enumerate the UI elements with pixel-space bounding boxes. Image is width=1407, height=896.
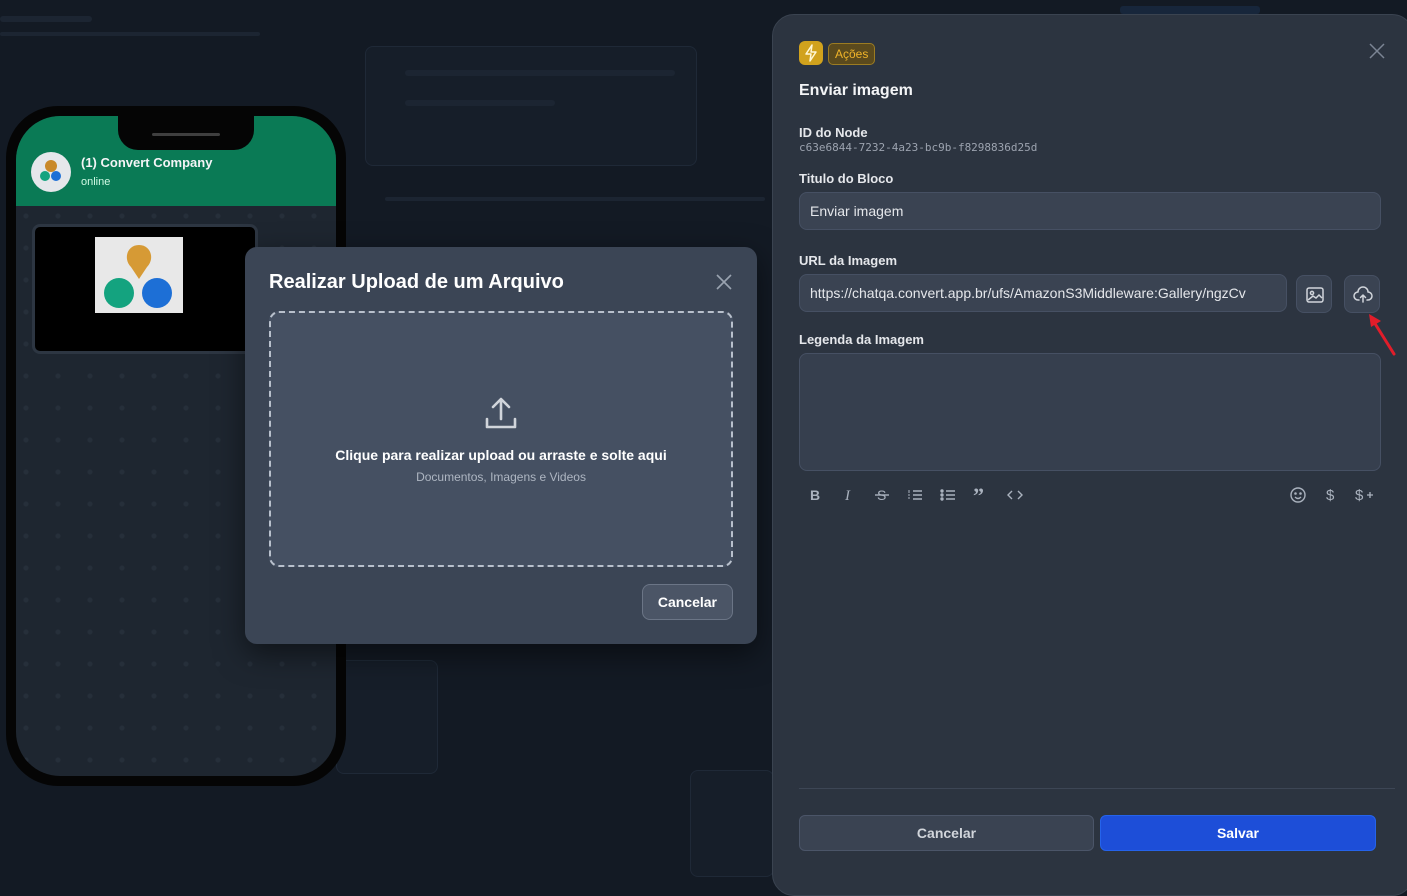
italic-icon[interactable]: I	[839, 485, 861, 505]
node-id-value: c63e6844-7232-4a23-bc9b-f8298836d25d	[799, 141, 1038, 154]
ordered-list-icon[interactable]	[905, 485, 927, 505]
bold-icon[interactable]: B	[806, 485, 828, 505]
bullet-list-icon[interactable]	[938, 485, 960, 505]
image-preview	[95, 237, 183, 313]
cancel-upload-button[interactable]: Cancelar	[641, 584, 733, 620]
avatar	[31, 152, 71, 192]
category-badge: Ações	[828, 43, 876, 65]
contact-name: (1) Convert Company	[81, 155, 213, 170]
svg-text:”: ”	[973, 485, 984, 505]
save-button[interactable]: Salvar	[1100, 815, 1376, 851]
bg-text	[0, 16, 92, 22]
image-message	[32, 224, 258, 354]
cancel-button[interactable]: Cancelar	[799, 815, 1094, 851]
emoji-icon[interactable]	[1287, 485, 1309, 505]
close-icon[interactable]	[1369, 43, 1385, 59]
dropzone-text: Clique para realizar upload ou arraste e…	[335, 447, 667, 463]
image-icon	[1306, 287, 1324, 303]
node-edit-panel: Ações Enviar imagem ID do Node c63e6844-…	[772, 14, 1407, 896]
upload-modal: Realizar Upload de um Arquivo Clique par…	[245, 247, 757, 644]
contact-status: online	[81, 176, 111, 188]
bg-text	[405, 100, 555, 106]
lightning-icon	[799, 41, 823, 65]
upload-button[interactable]	[1344, 275, 1380, 313]
add-variable-icon[interactable]: $	[1353, 485, 1375, 505]
panel-title: Enviar imagem	[799, 82, 913, 99]
svg-text:$: $	[1355, 487, 1364, 504]
strikethrough-icon[interactable]: S	[872, 485, 894, 505]
svg-text:$: $	[1326, 487, 1335, 504]
phone-notch	[118, 116, 254, 150]
node-id-label: ID do Node	[799, 125, 868, 140]
bg-button	[1120, 6, 1260, 14]
upload-icon	[482, 395, 520, 433]
bg-node-card	[365, 46, 697, 166]
file-dropzone[interactable]: Clique para realizar upload ou arraste e…	[269, 311, 733, 567]
block-title-input[interactable]: Enviar imagem	[799, 192, 1381, 230]
variable-icon[interactable]: $	[1320, 485, 1342, 505]
bg-text	[385, 197, 765, 201]
bg-text	[0, 32, 260, 36]
cloud-upload-icon	[1353, 286, 1373, 303]
svg-text:I: I	[844, 488, 851, 504]
divider	[799, 788, 1395, 789]
gallery-button[interactable]	[1296, 275, 1332, 313]
quote-icon[interactable]: ”	[971, 483, 993, 508]
image-url-label: URL da Imagem	[799, 253, 898, 268]
bg-node-card	[690, 770, 774, 877]
close-icon[interactable]	[715, 273, 733, 291]
code-icon[interactable]	[1004, 485, 1026, 505]
bg-node-card	[336, 660, 438, 774]
caption-label: Legenda da Imagem	[799, 332, 924, 347]
bg-text	[405, 70, 675, 76]
block-title-label: Titulo do Bloco	[799, 171, 894, 186]
caption-textarea[interactable]	[799, 353, 1381, 471]
svg-text:B: B	[810, 487, 820, 503]
image-url-input[interactable]: https://chatqa.convert.app.br/ufs/Amazon…	[799, 274, 1287, 312]
annotation-arrow-icon	[1366, 312, 1398, 363]
modal-title: Realizar Upload de um Arquivo	[269, 271, 564, 293]
dropzone-subtext: Documentos, Imagens e Videos	[416, 470, 586, 484]
